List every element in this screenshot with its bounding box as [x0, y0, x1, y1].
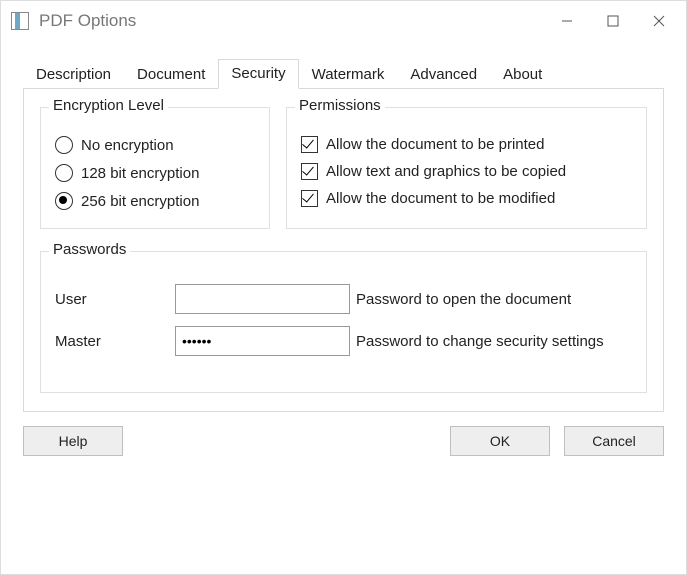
tab-panel-security: Encryption Level No encryption 128 bit e…	[23, 88, 664, 412]
user-password-label: User	[55, 291, 175, 308]
maximize-button[interactable]	[590, 6, 636, 36]
checkbox-label: Allow the document to be printed	[326, 136, 544, 153]
tab-advanced[interactable]: Advanced	[397, 60, 490, 89]
checkbox-allow-print[interactable]: Allow the document to be printed	[301, 136, 632, 153]
radio-icon	[55, 164, 73, 182]
minimize-button[interactable]	[544, 6, 590, 36]
titlebar: PDF Options	[1, 1, 686, 41]
help-button[interactable]: Help	[23, 426, 123, 456]
tab-document[interactable]: Document	[124, 60, 218, 89]
app-icon	[11, 12, 29, 30]
maximize-icon	[607, 15, 619, 27]
master-password-label: Master	[55, 333, 175, 350]
encryption-legend: Encryption Level	[49, 97, 168, 114]
checkbox-label: Allow text and graphics to be copied	[326, 163, 566, 180]
tab-strip: Description Document Security Watermark …	[23, 59, 664, 88]
radio-icon	[55, 192, 73, 210]
checkbox-icon	[301, 190, 318, 207]
encryption-group: Encryption Level No encryption 128 bit e…	[40, 107, 270, 229]
permissions-legend: Permissions	[295, 97, 385, 114]
cancel-button[interactable]: Cancel	[564, 426, 664, 456]
dialog-footer: Help OK Cancel	[23, 426, 664, 456]
window-title: PDF Options	[39, 11, 136, 31]
checkbox-icon	[301, 136, 318, 153]
tab-about[interactable]: About	[490, 60, 555, 89]
ok-button[interactable]: OK	[450, 426, 550, 456]
user-password-input[interactable]	[175, 284, 350, 314]
radio-label: 128 bit encryption	[81, 165, 199, 182]
radio-icon	[55, 136, 73, 154]
checkbox-allow-copy[interactable]: Allow text and graphics to be copied	[301, 163, 632, 180]
checkbox-icon	[301, 163, 318, 180]
tab-security[interactable]: Security	[218, 59, 298, 89]
radio-256bit-encryption[interactable]: 256 bit encryption	[55, 192, 255, 210]
checkbox-label: Allow the document to be modified	[326, 190, 555, 207]
radio-label: No encryption	[81, 137, 174, 154]
radio-128bit-encryption[interactable]: 128 bit encryption	[55, 164, 255, 182]
tab-description[interactable]: Description	[23, 60, 124, 89]
checkbox-allow-modify[interactable]: Allow the document to be modified	[301, 190, 632, 207]
user-password-hint: Password to open the document	[356, 291, 571, 308]
master-password-hint: Password to change security settings	[356, 333, 604, 350]
passwords-group: Passwords User Password to open the docu…	[40, 251, 647, 393]
passwords-legend: Passwords	[49, 241, 130, 258]
close-button[interactable]	[636, 6, 682, 36]
minimize-icon	[561, 15, 573, 27]
radio-label: 256 bit encryption	[81, 193, 199, 210]
permissions-group: Permissions Allow the document to be pri…	[286, 107, 647, 229]
close-icon	[653, 15, 665, 27]
master-password-input[interactable]	[175, 326, 350, 356]
tab-watermark[interactable]: Watermark	[299, 60, 398, 89]
radio-no-encryption[interactable]: No encryption	[55, 136, 255, 154]
